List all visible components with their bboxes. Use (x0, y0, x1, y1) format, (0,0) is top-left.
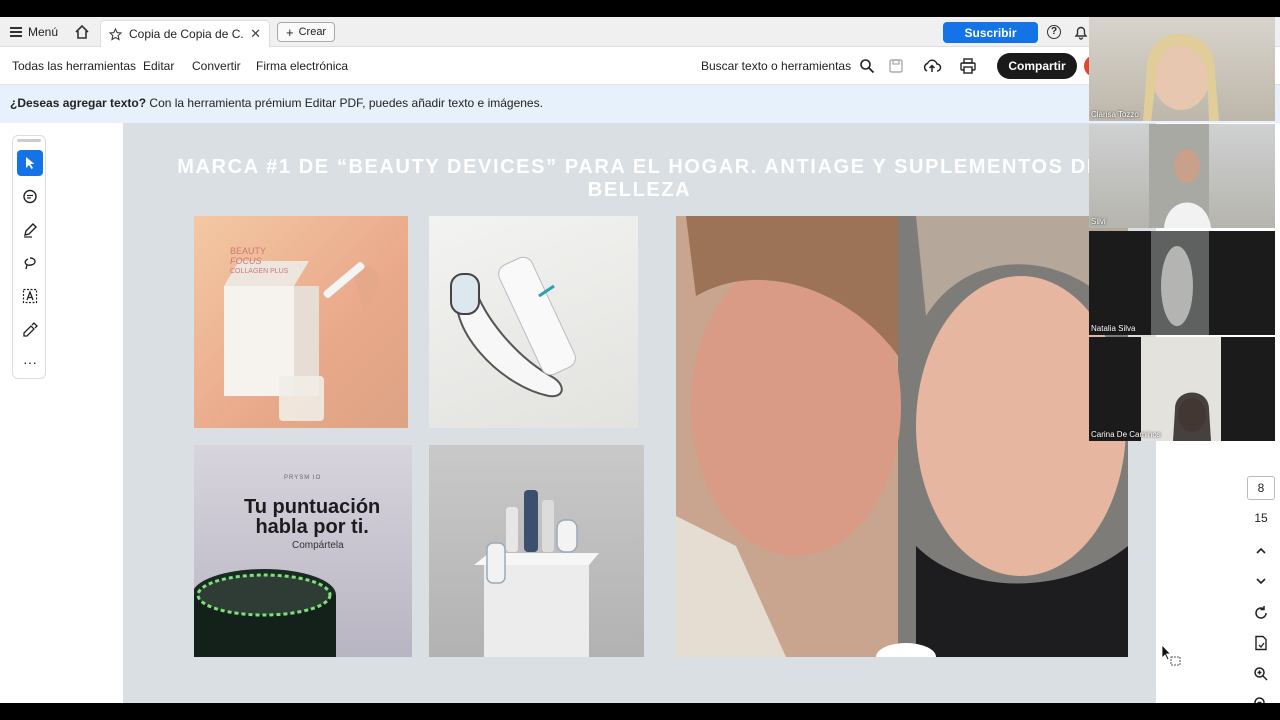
select-tool[interactable] (17, 150, 43, 176)
save-icon[interactable] (886, 56, 906, 76)
sign-tool[interactable] (17, 316, 43, 342)
collagen-illustration (224, 261, 380, 421)
subscribe-button[interactable]: Suscribir (943, 22, 1038, 43)
device-product-photo (429, 216, 638, 428)
participant-tile[interactable]: Carina De Caminos (1089, 337, 1275, 441)
collagen-product-photo: BEAUTY FOCUS COLLAGEN PLUS (194, 216, 408, 428)
rail-grip[interactable] (17, 139, 41, 142)
zoom-in-icon[interactable] (1253, 666, 1269, 682)
participant-tile[interactable]: Silvi (1089, 124, 1275, 228)
box-brand-label: BEAUTY (230, 246, 267, 256)
face-device-illustration (450, 256, 576, 398)
create-button[interactable]: + Crear (277, 22, 336, 42)
participant-name: Clarisa Tozzo (1091, 110, 1139, 119)
tab-bar: Menú Copia de Copia de C... ✕ + Crear Su… (0, 17, 1280, 47)
convert-menu[interactable]: Convertir (192, 59, 241, 73)
search-tools-label: Buscar texto o herramientas (701, 59, 852, 73)
prysmio-ad-photo: PRYSM IO Tu puntuación habla por ti. Com… (194, 445, 412, 657)
chevron-down-icon[interactable] (1253, 573, 1269, 589)
edit-menu[interactable]: Editar (143, 59, 174, 73)
home-icon[interactable] (74, 24, 90, 40)
before-after-photo (676, 216, 1128, 657)
print-icon[interactable] (958, 56, 978, 76)
text-box-icon (22, 288, 38, 304)
plus-icon: + (286, 24, 294, 40)
pdf-page: MARCA #1 DE “BEAUTY DEVICES” PARA EL HOG… (123, 123, 1156, 703)
zoom-out-icon[interactable] (1253, 696, 1269, 703)
signature-pen-icon (23, 322, 38, 337)
refresh-icon[interactable] (1253, 605, 1269, 621)
highlight-tool[interactable] (17, 217, 43, 243)
close-icon[interactable]: ✕ (250, 26, 261, 42)
cursor-arrow-icon (26, 157, 35, 169)
hamburger-icon (10, 27, 22, 37)
comment-tool[interactable] (17, 184, 43, 210)
participant-video (1149, 124, 1211, 228)
search-icon (860, 59, 875, 74)
search-tools[interactable]: Buscar texto o herramientas (701, 58, 875, 74)
mouse-pointer-icon (1161, 644, 1181, 666)
box-product-label: COLLAGEN PLUS (230, 268, 289, 275)
page-total: 15 (1254, 511, 1268, 525)
device-lineup-photo (429, 445, 644, 657)
more-tools-icon[interactable]: ··· (17, 349, 43, 375)
tab-title: Copia de Copia de C... (129, 27, 244, 41)
acrobat-window: Menú Copia de Copia de C... ✕ + Crear Su… (0, 17, 1280, 703)
lasso-icon (24, 257, 36, 270)
share-button[interactable]: Compartir (997, 53, 1077, 79)
before-after-faces (676, 216, 1128, 657)
participant-video (1141, 337, 1221, 441)
e-sign-menu[interactable]: Firma electrónica (256, 59, 348, 73)
participant-video (1151, 231, 1209, 335)
left-pane: ··· (0, 123, 123, 703)
bell-icon[interactable] (1073, 24, 1089, 40)
all-tools-menu[interactable]: Todas las herramientas (12, 59, 136, 73)
tab-document[interactable]: Copia de Copia de C... ✕ (100, 20, 270, 47)
menu-label: Menú (28, 25, 59, 39)
star-icon[interactable] (109, 27, 122, 41)
banner-text: Con la herramienta prémium Editar PDF, p… (146, 96, 543, 110)
page-heading: MARCA #1 DE “BEAUTY DEVICES” PARA EL HOG… (177, 156, 1102, 201)
text-tool[interactable] (17, 283, 43, 309)
pen-icon (24, 223, 37, 238)
box-brand-label-2: FOCUS (230, 256, 262, 266)
upsell-banner: ¿Deseas agregar texto? Con la herramient… (0, 85, 1280, 123)
participant-video (1143, 33, 1219, 121)
create-label: Crear (298, 26, 327, 38)
cloud-upload-icon[interactable] (922, 56, 942, 76)
participant-name: Natalia Silva (1091, 324, 1136, 333)
scanner-device-illustration (194, 569, 336, 657)
participant-name: Carina De Caminos (1091, 430, 1161, 439)
chevron-up-icon[interactable] (1253, 543, 1269, 559)
banner-title: ¿Deseas agregar texto? (10, 96, 147, 110)
menu-button[interactable]: Menú (10, 25, 58, 39)
comment-icon (23, 189, 37, 204)
quick-tools-rail: ··· (12, 135, 46, 379)
main-toolbar: Todas las herramientas Editar Convertir … (0, 47, 1280, 85)
page-settings-icon[interactable] (1253, 635, 1269, 651)
device-lineup-illustration (474, 490, 599, 657)
participant-tile[interactable]: Clarisa Tozzo (1089, 17, 1275, 121)
participant-name: Silvi (1091, 217, 1106, 226)
page-number-field[interactable]: 8 (1247, 476, 1275, 500)
draw-tool[interactable] (17, 250, 43, 276)
participant-tile[interactable]: Natalia Silva (1089, 231, 1275, 335)
help-icon[interactable]: ? (1047, 25, 1061, 39)
